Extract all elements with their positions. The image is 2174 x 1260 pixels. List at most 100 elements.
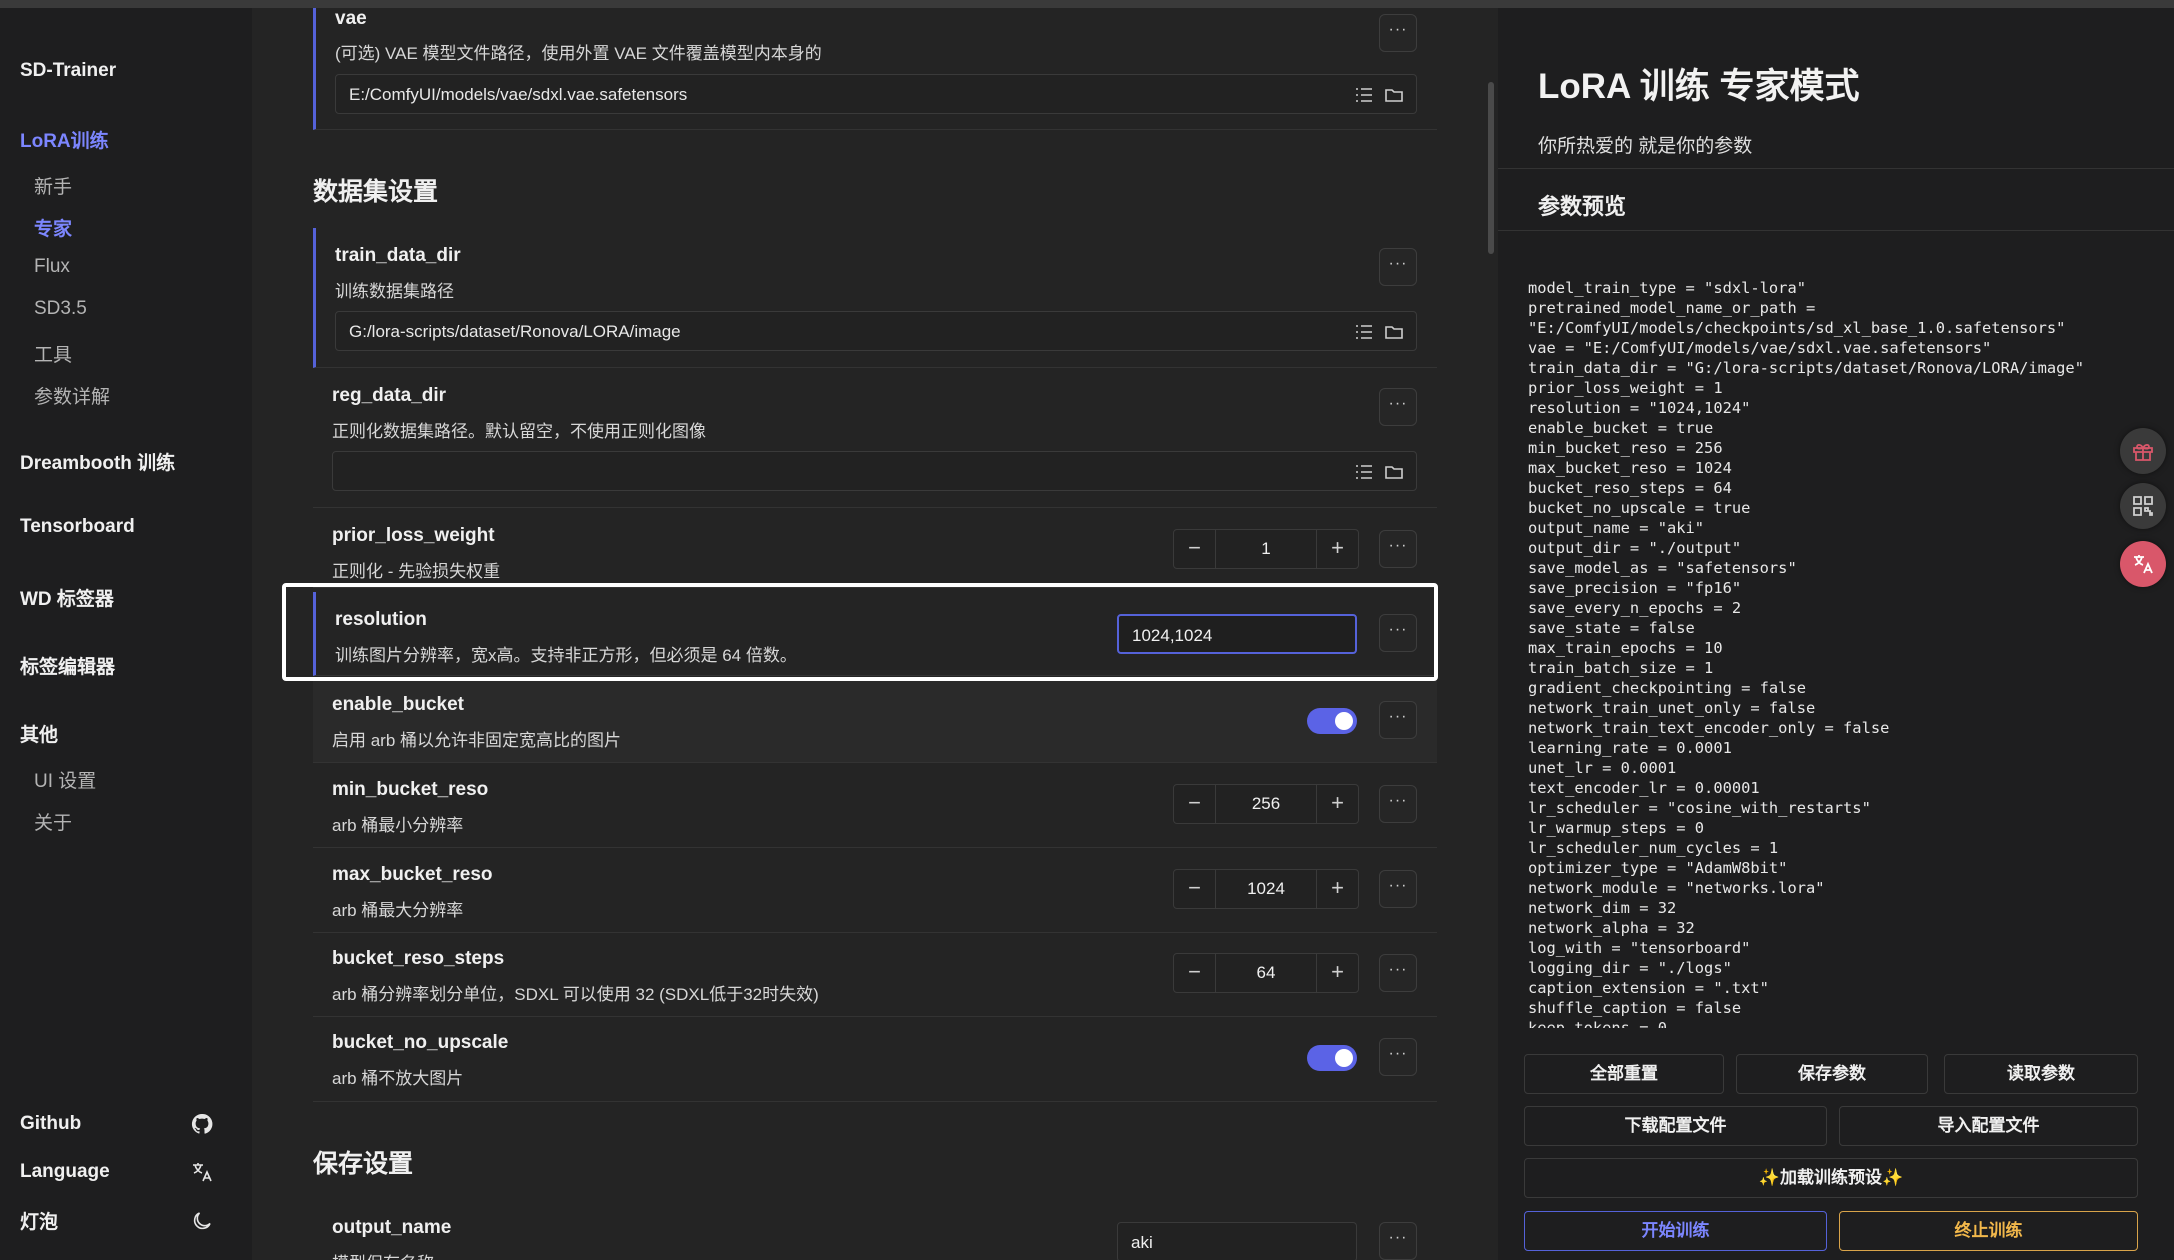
nav-lora-training[interactable]: LoRA训练 (20, 126, 109, 153)
more-options-button[interactable]: ··· (1379, 248, 1417, 286)
increment-button[interactable]: + (1316, 954, 1358, 992)
translate-button[interactable] (2120, 541, 2166, 587)
increment-button[interactable]: + (1316, 530, 1358, 568)
setting-desc: 正则化数据集路径。默认留空，不使用正则化图像 (332, 422, 706, 441)
nav-sub-tools[interactable]: 工具 (34, 340, 72, 367)
setting-name: enable_bucket (332, 694, 464, 715)
setting-name: train_data_dir (335, 245, 461, 266)
setting-output-name: output_name 模型保存名称 aki ··· (313, 1200, 1437, 1260)
output-name-input[interactable]: aki (1117, 1222, 1357, 1260)
prior-loss-weight-stepper[interactable]: − 1 + (1173, 529, 1359, 569)
nav-sub-flux[interactable]: Flux (34, 256, 70, 278)
section-title-dataset: 数据集设置 (313, 178, 439, 206)
setting-name: bucket_reso_steps (332, 948, 505, 969)
folder-icon[interactable] (1384, 85, 1404, 105)
list-icon[interactable] (1354, 322, 1374, 342)
stepper-value[interactable]: 1 (1216, 530, 1316, 568)
language-switch[interactable]: Language (20, 1160, 214, 1184)
min-bucket-reso-stepper[interactable]: − 256 + (1173, 784, 1359, 824)
setting-train-data-dir: train_data_dir 训练数据集路径 ··· G:/lora-scrip… (313, 228, 1437, 368)
vae-path-input[interactable]: E:/ComfyUI/models/vae/sdxl.vae.safetenso… (335, 74, 1417, 114)
train-data-dir-input[interactable]: G:/lora-scripts/dataset/Ronova/LORA/imag… (335, 311, 1417, 351)
translate-icon (193, 1163, 212, 1182)
save-params-button[interactable]: 保存参数 (1736, 1054, 1928, 1094)
nav-sub-ui-settings[interactable]: UI 设置 (34, 766, 96, 793)
language-label: Language (20, 1161, 110, 1182)
sidebar: SD-Trainer LoRA训练 新手 专家 Flux SD3.5 工具 参数… (0, 0, 252, 1260)
more-options-button[interactable]: ··· (1379, 785, 1417, 823)
nav-sub-param-details[interactable]: 参数详解 (34, 382, 110, 409)
nav-dreambooth[interactable]: Dreambooth 训练 (20, 448, 175, 475)
theme-label: 灯泡 (20, 1212, 59, 1233)
start-training-button[interactable]: 开始训练 (1524, 1211, 1827, 1251)
main-scrollbar[interactable] (1488, 82, 1494, 254)
nav-other[interactable]: 其他 (20, 720, 58, 747)
more-options-button[interactable]: ··· (1379, 870, 1417, 908)
stepper-value[interactable]: 256 (1216, 785, 1316, 823)
github-label: Github (20, 1113, 82, 1134)
setting-name: output_name (332, 1217, 452, 1238)
bucket-reso-steps-stepper[interactable]: − 64 + (1173, 953, 1359, 993)
setting-min-bucket-reso: min_bucket_reso arb 桶最小分辨率 − 256 + ··· (313, 763, 1437, 848)
setting-name: min_bucket_reso (332, 779, 489, 800)
load-preset-button[interactable]: ✨加载训练预设✨ (1524, 1158, 2138, 1198)
stepper-value[interactable]: 64 (1216, 954, 1316, 992)
reg-data-dir-input[interactable] (332, 451, 1417, 491)
page-subtitle: 你所热爱的 就是你的参数 (1538, 136, 1753, 157)
preview-heading: 参数预览 (1538, 194, 1627, 219)
load-params-button[interactable]: 读取参数 (1944, 1054, 2138, 1094)
download-config-button[interactable]: 下载配置文件 (1524, 1106, 1827, 1146)
toggle-knob (1335, 712, 1353, 730)
more-options-button[interactable]: ··· (1379, 530, 1417, 568)
reset-all-button[interactable]: 全部重置 (1524, 1054, 1724, 1094)
folder-icon[interactable] (1384, 322, 1404, 342)
nav-tensorboard[interactable]: Tensorboard (20, 516, 135, 538)
setting-name: reg_data_dir (332, 385, 447, 406)
setting-desc: arb 桶不放大图片 (332, 1069, 464, 1088)
bucket-no-upscale-toggle[interactable] (1307, 1045, 1357, 1071)
more-options-button[interactable]: ··· (1379, 701, 1417, 739)
more-options-button[interactable]: ··· (1379, 954, 1417, 992)
increment-button[interactable]: + (1316, 870, 1358, 908)
list-icon[interactable] (1354, 462, 1374, 482)
nav-sub-expert[interactable]: 专家 (34, 214, 72, 241)
setting-desc: arb 桶最大分辨率 (332, 901, 464, 920)
setting-name: vae (335, 8, 367, 29)
nav-wd-tagger[interactable]: WD 标签器 (20, 584, 114, 611)
nav-sub-sd35[interactable]: SD3.5 (34, 298, 87, 320)
setting-name: prior_loss_weight (332, 525, 495, 546)
decrement-button[interactable]: − (1174, 870, 1216, 908)
stepper-value[interactable]: 1024 (1216, 870, 1316, 908)
nav-sub-about[interactable]: 关于 (34, 808, 72, 835)
qr-button[interactable] (2120, 483, 2166, 529)
setting-desc: 模型保存名称 (332, 1249, 434, 1260)
more-options-button[interactable]: ··· (1379, 1038, 1417, 1076)
more-options-button[interactable]: ··· (1379, 388, 1417, 426)
setting-vae: vae (可选) VAE 模型文件路径，使用外置 VAE 文件覆盖模型内本身的 … (313, 8, 1437, 130)
list-icon[interactable] (1354, 85, 1374, 105)
decrement-button[interactable]: − (1174, 785, 1216, 823)
nav-tag-editor[interactable]: 标签编辑器 (20, 652, 115, 679)
max-bucket-reso-stepper[interactable]: − 1024 + (1173, 869, 1359, 909)
import-config-button[interactable]: 导入配置文件 (1839, 1106, 2138, 1146)
more-options-button[interactable]: ··· (1379, 1222, 1417, 1260)
decrement-button[interactable]: − (1174, 530, 1216, 568)
translate-icon (2134, 555, 2153, 574)
path-value: E:/ComfyUI/models/vae/sdxl.vae.safetenso… (349, 85, 688, 104)
gift-button[interactable] (2120, 428, 2166, 474)
more-options-button[interactable]: ··· (1379, 14, 1417, 52)
stop-training-button[interactable]: 终止训练 (1839, 1211, 2138, 1251)
toggle-knob (1335, 1049, 1353, 1067)
setting-desc: arb 桶最小分辨率 (332, 816, 464, 835)
page-title: LoRA 训练 专家模式 (1538, 67, 1860, 106)
enable-bucket-toggle[interactable] (1307, 708, 1357, 734)
folder-icon[interactable] (1384, 462, 1404, 482)
decrement-button[interactable]: − (1174, 954, 1216, 992)
brand-title[interactable]: SD-Trainer (20, 60, 116, 82)
increment-button[interactable]: + (1316, 785, 1358, 823)
nav-sub-beginner[interactable]: 新手 (34, 172, 72, 199)
github-link[interactable]: Github (20, 1112, 214, 1136)
theme-toggle[interactable]: 灯泡 (20, 1207, 214, 1234)
setting-bucket-reso-steps: bucket_reso_steps arb 桶分辨率划分单位，SDXL 可以使用… (313, 933, 1437, 1017)
setting-prior-loss-weight: prior_loss_weight 正则化 - 先验损失权重 − 1 + ··· (313, 508, 1437, 588)
